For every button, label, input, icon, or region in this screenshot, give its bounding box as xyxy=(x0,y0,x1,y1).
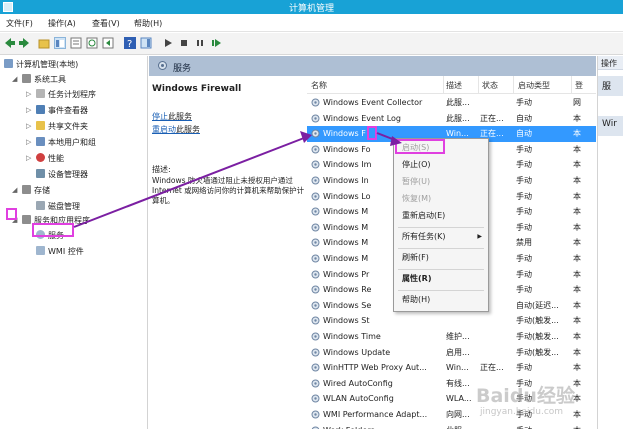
baidu-watermark: Baidu经验 jingyan.baidu.com xyxy=(468,381,618,425)
arrow-head-icon xyxy=(300,131,312,143)
watermark-text: Baidu经验 xyxy=(476,385,575,407)
arrow-head-icon xyxy=(390,136,402,146)
watermark-url: jingyan.baidu.com xyxy=(480,407,564,417)
arrow-line xyxy=(73,137,305,228)
annotation-arrows xyxy=(73,131,402,228)
